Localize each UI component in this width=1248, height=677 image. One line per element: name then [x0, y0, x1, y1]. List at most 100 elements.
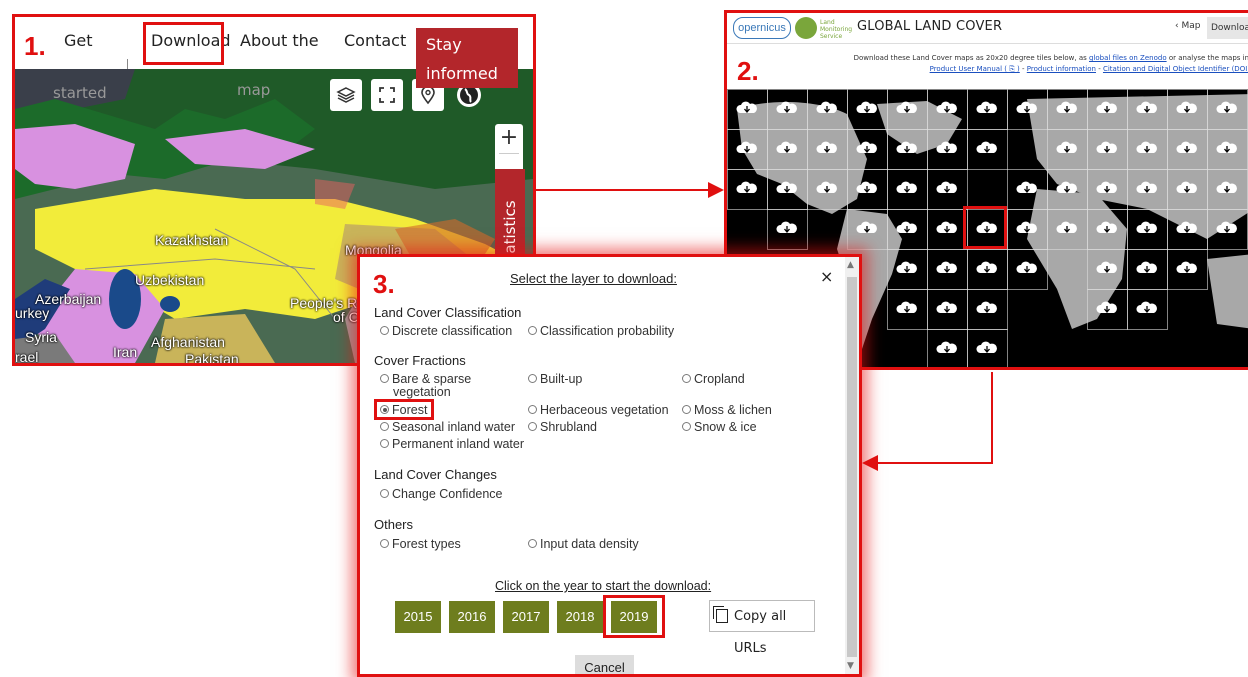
highlight-forest	[374, 399, 434, 420]
separator: -	[1095, 65, 1103, 73]
map-label: rael	[15, 349, 39, 363]
option-label: Cropland	[694, 372, 745, 386]
radio-icon	[380, 439, 389, 448]
radio-icon	[380, 539, 389, 548]
option-label: Input data density	[540, 537, 639, 551]
highlight-tile	[963, 206, 1007, 249]
radio-icon	[528, 374, 537, 383]
option-label: Discrete classification	[392, 324, 513, 338]
radio-icon	[528, 326, 537, 335]
option-label: Snow & ice	[694, 420, 757, 434]
radio-icon	[380, 489, 389, 498]
map-label: Iran	[113, 344, 138, 360]
land-monitoring-text: Land Monitoring Service	[820, 19, 853, 40]
stay-label: informed	[426, 64, 498, 83]
download-dialog: 3. Select the layer to download: × ▲ ▼ L…	[357, 254, 862, 677]
copy-urls-button[interactable]: Copy all URLs	[709, 600, 815, 656]
radio-icon	[682, 422, 691, 431]
stay-label: Stay	[426, 35, 462, 54]
option-permanent-water[interactable]: Permanent inland water	[380, 437, 524, 451]
copy-icon-front	[716, 609, 728, 623]
radio-icon	[380, 422, 389, 431]
map-label: Syria	[25, 329, 57, 345]
stay-informed-button[interactable]: Stay informed	[416, 28, 518, 88]
scroll-thumb[interactable]	[847, 277, 857, 657]
nav-overflow-text: map	[237, 81, 271, 99]
scroll-up-icon[interactable]: ▲	[847, 260, 854, 270]
section-land-cover-classification: Land Cover Classification	[374, 305, 522, 320]
dialog-heading: Select the layer to download:	[510, 271, 677, 286]
desc-text: Download these Land Cover maps as 20x20 …	[853, 54, 1087, 62]
option-herbaceous[interactable]: Herbaceous vegetation	[528, 403, 669, 417]
radio-icon	[528, 405, 537, 414]
land-monitoring-logo	[795, 17, 817, 39]
arrow-2-to-3	[862, 372, 993, 471]
download-tab[interactable]: Download	[1207, 17, 1248, 39]
doi-link[interactable]: Citation and Digital Object Identifier (…	[1103, 65, 1248, 73]
year-heading: Click on the year to start the download:	[495, 579, 712, 593]
year-2016-button[interactable]: 2016	[449, 601, 495, 633]
option-label: Classification probability	[540, 324, 675, 338]
section-others: Others	[374, 517, 414, 532]
scroll-down-icon[interactable]: ▼	[847, 661, 854, 671]
radio-icon	[528, 539, 537, 548]
option-label: Herbaceous vegetation	[540, 403, 669, 417]
desc-text: or analyse the maps in (	[1168, 54, 1248, 62]
scrollbar[interactable]: ▲ ▼	[845, 257, 859, 674]
option-snow-ice[interactable]: Snow & ice	[682, 420, 757, 434]
radio-icon	[380, 326, 389, 335]
option-label: Seasonal inland water	[392, 420, 515, 434]
cancel-button[interactable]: Cancel	[575, 655, 634, 674]
option-bare-sparse-line2: vegetation	[393, 385, 451, 399]
option-label: Forest types	[392, 537, 461, 551]
section-land-cover-changes: Land Cover Changes	[374, 467, 497, 482]
nav-about-map[interactable]: About the	[240, 31, 319, 50]
divider	[499, 153, 519, 154]
map-link[interactable]: ‹ Map	[1175, 21, 1200, 31]
option-label: Built-up	[540, 372, 583, 386]
user-manual-link[interactable]: Product User Manual ( ⎘ )	[930, 65, 1020, 73]
option-seasonal-water[interactable]: Seasonal inland water	[380, 420, 515, 434]
page-title: GLOBAL LAND COVER	[857, 19, 1003, 34]
nav-overflow-text: started	[53, 84, 107, 102]
copernicus-logo: opernicus	[733, 17, 791, 39]
option-built-up[interactable]: Built-up	[528, 372, 582, 386]
map-label: urkey	[15, 305, 50, 321]
highlight-download	[143, 22, 224, 65]
description: Download these Land Cover maps as 20x20 …	[727, 53, 1248, 75]
layers-icon[interactable]	[330, 79, 362, 111]
option-discrete-classification[interactable]: Discrete classification	[380, 324, 512, 338]
section-cover-fractions: Cover Fractions	[374, 353, 466, 368]
nav-contact[interactable]: Contact	[344, 31, 406, 50]
radio-icon	[682, 374, 691, 383]
year-2015-button[interactable]: 2015	[395, 601, 441, 633]
copy-label: Copy all URLs	[734, 609, 787, 656]
option-label: Bare & sparse	[392, 372, 472, 386]
step-label: 2.	[737, 56, 759, 86]
option-cropland[interactable]: Cropland	[682, 372, 745, 386]
option-label: Change Confidence	[392, 487, 503, 501]
nav-get-started[interactable]: Get	[64, 31, 93, 50]
option-shrubland[interactable]: Shrubland	[528, 420, 597, 434]
option-moss-lichen[interactable]: Moss & lichen	[682, 403, 772, 417]
option-label: Moss & lichen	[694, 403, 772, 417]
year-2017-button[interactable]: 2017	[503, 601, 549, 633]
option-bare-sparse[interactable]: Bare & sparse	[380, 372, 471, 386]
map-label: Pakistan	[185, 351, 239, 363]
fullscreen-icon[interactable]	[371, 79, 403, 111]
option-change-confidence[interactable]: Change Confidence	[380, 487, 503, 501]
option-classification-probability[interactable]: Classification probability	[528, 324, 674, 338]
product-info-link[interactable]: Product information	[1027, 65, 1096, 73]
divider	[127, 59, 128, 69]
radio-icon	[380, 374, 389, 383]
option-label: Shrubland	[540, 420, 597, 434]
zenodo-link[interactable]: global files on Zenodo	[1089, 54, 1167, 62]
option-input-density[interactable]: Input data density	[528, 537, 639, 551]
radio-icon	[682, 405, 691, 414]
close-icon[interactable]: ×	[820, 267, 833, 286]
header: opernicus Land Monitoring Service GLOBAL…	[727, 13, 1248, 44]
option-forest-types[interactable]: Forest types	[380, 537, 461, 551]
step-label: 1.	[24, 31, 46, 61]
year-2018-button[interactable]: 2018	[557, 601, 603, 633]
zoom-in-button[interactable]: +	[495, 124, 523, 152]
